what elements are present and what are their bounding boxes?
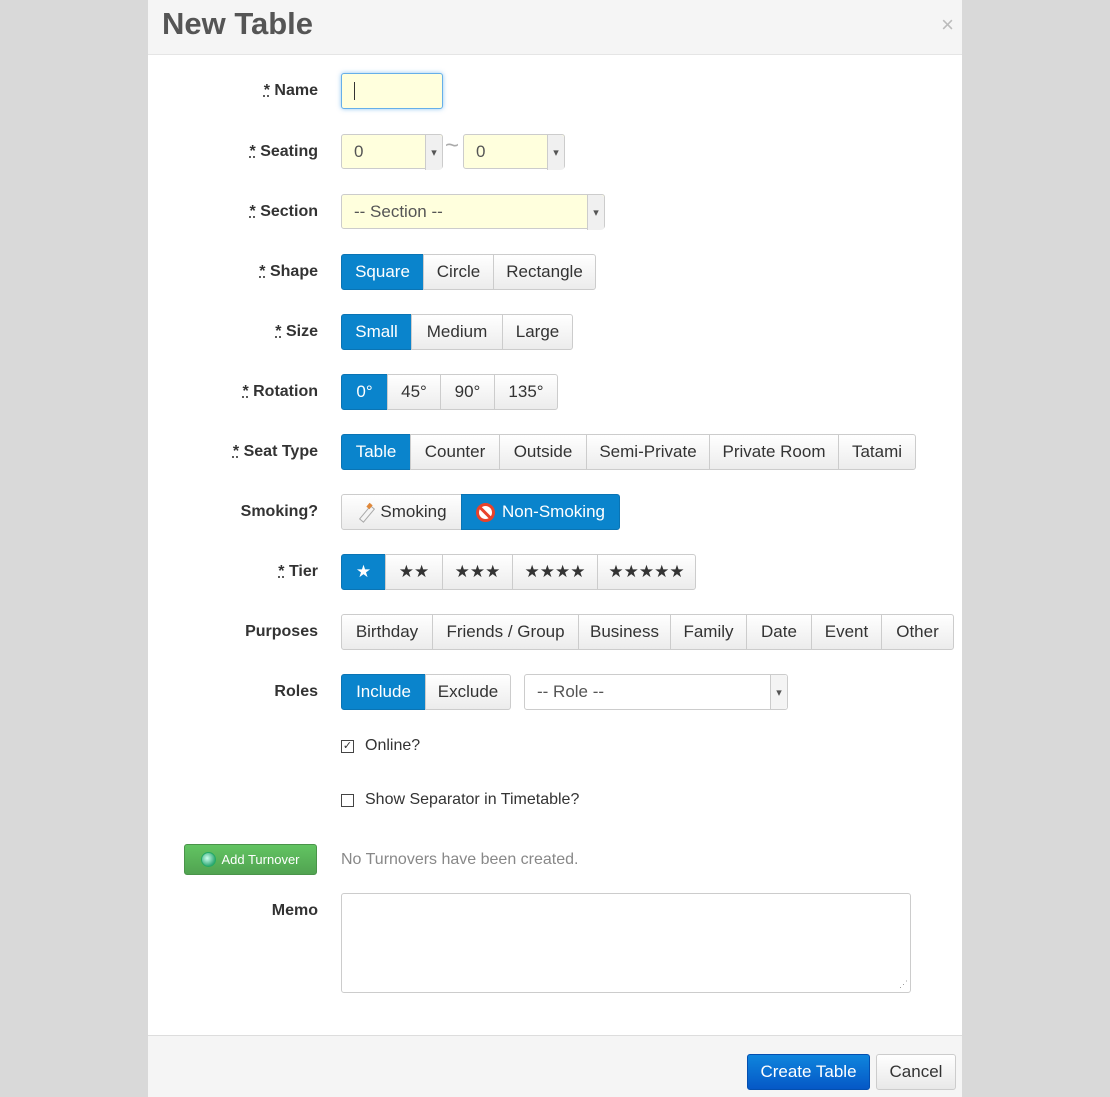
tier-row: * Tier ★ ★★ ★★★ ★★★★ ★★★★★ bbox=[148, 554, 962, 590]
shape-circle-button[interactable]: Circle bbox=[423, 254, 494, 290]
seat-type-row: * Seat Type Table Counter Outside Semi-P… bbox=[148, 434, 962, 470]
separator-checkbox[interactable] bbox=[341, 793, 354, 807]
seat-type-semi-private-button[interactable]: Semi-Private bbox=[586, 434, 710, 470]
name-label: * Name bbox=[263, 82, 318, 99]
size-small-button[interactable]: Small bbox=[341, 314, 412, 350]
role-select[interactable]: -- Role -- ▾ bbox=[524, 674, 788, 710]
seating-min-select[interactable]: 0 ▾ bbox=[341, 134, 443, 170]
rotation-135-button[interactable]: 135° bbox=[494, 374, 558, 410]
dialog-title: New Table bbox=[162, 6, 314, 41]
roles-row: Roles Include Exclude -- Role -- ▾ bbox=[148, 674, 962, 710]
shape-row: * Shape Square Circle Rectangle bbox=[148, 254, 962, 290]
memo-textarea[interactable]: ⋰ bbox=[341, 893, 911, 993]
purpose-event-button[interactable]: Event bbox=[811, 614, 882, 650]
online-label: Online? bbox=[365, 737, 421, 754]
chevron-down-icon: ▾ bbox=[587, 195, 604, 230]
tier-button-group: ★ ★★ ★★★ ★★★★ ★★★★★ bbox=[341, 554, 696, 590]
new-table-dialog: New Table × * Name * Seating 0 ▾ ~ 0 ▾ *… bbox=[148, 0, 962, 1097]
section-select[interactable]: -- Section -- ▾ bbox=[341, 194, 605, 230]
rotation-label: * Rotation bbox=[242, 383, 318, 400]
turnover-empty-text: No Turnovers have been created. bbox=[341, 851, 579, 868]
roles-label: Roles bbox=[274, 683, 318, 700]
separator-label: Show Separator in Timetable? bbox=[365, 791, 580, 808]
roles-include-button[interactable]: Include bbox=[341, 674, 426, 710]
purpose-friends-group-button[interactable]: Friends / Group bbox=[432, 614, 579, 650]
purposes-row: Purposes Birthday Friends / Group Busine… bbox=[148, 614, 962, 650]
size-button-group: Small Medium Large bbox=[341, 314, 573, 350]
close-icon[interactable]: × bbox=[941, 14, 954, 36]
tier-4-button[interactable]: ★★★★ bbox=[512, 554, 598, 590]
tier-label: * Tier bbox=[278, 563, 318, 580]
seat-type-tatami-button[interactable]: Tatami bbox=[838, 434, 916, 470]
name-input[interactable] bbox=[341, 73, 443, 109]
cigarette-icon bbox=[356, 503, 374, 521]
seat-type-private-room-button[interactable]: Private Room bbox=[709, 434, 839, 470]
roles-button-group: Include Exclude bbox=[341, 674, 511, 710]
section-label: * Section bbox=[249, 203, 318, 220]
add-turnover-button[interactable]: Add Turnover bbox=[184, 844, 317, 875]
smoking-button[interactable]: Smoking bbox=[341, 494, 462, 530]
chevron-down-icon: ▾ bbox=[770, 675, 787, 709]
section-row: * Section -- Section -- ▾ bbox=[148, 194, 962, 230]
turnover-icon bbox=[201, 852, 217, 867]
tier-1-button[interactable]: ★ bbox=[341, 554, 386, 590]
size-large-button[interactable]: Large bbox=[502, 314, 573, 350]
name-row: * Name bbox=[148, 73, 962, 109]
cancel-button[interactable]: Cancel bbox=[876, 1054, 956, 1090]
create-table-button[interactable]: Create Table bbox=[747, 1054, 870, 1090]
tier-5-button[interactable]: ★★★★★ bbox=[597, 554, 696, 590]
separator-checkbox-row[interactable]: Show Separator in Timetable? bbox=[341, 791, 579, 809]
seat-type-table-button[interactable]: Table bbox=[341, 434, 411, 470]
rotation-90-button[interactable]: 90° bbox=[440, 374, 495, 410]
size-medium-button[interactable]: Medium bbox=[411, 314, 503, 350]
purpose-business-button[interactable]: Business bbox=[578, 614, 671, 650]
shape-square-button[interactable]: Square bbox=[341, 254, 424, 290]
roles-exclude-button[interactable]: Exclude bbox=[425, 674, 511, 710]
rotation-45-button[interactable]: 45° bbox=[387, 374, 441, 410]
rotation-row: * Rotation 0° 45° 90° 135° bbox=[148, 374, 962, 410]
purpose-birthday-button[interactable]: Birthday bbox=[341, 614, 433, 650]
smoking-button-group: Smoking Non-Smoking bbox=[341, 494, 620, 530]
purpose-family-button[interactable]: Family bbox=[670, 614, 747, 650]
smoking-row: Smoking? Smoking Non-Smoking bbox=[148, 494, 962, 530]
tier-3-button[interactable]: ★★★ bbox=[442, 554, 513, 590]
seat-type-label: * Seat Type bbox=[232, 443, 318, 460]
non-smoking-button[interactable]: Non-Smoking bbox=[461, 494, 620, 530]
seat-type-button-group: Table Counter Outside Semi-Private Priva… bbox=[341, 434, 916, 470]
rotation-button-group: 0° 45° 90° 135° bbox=[341, 374, 558, 410]
size-label: * Size bbox=[275, 323, 318, 340]
chevron-down-icon: ▾ bbox=[547, 135, 564, 170]
purposes-button-group: Birthday Friends / Group Business Family… bbox=[341, 614, 954, 650]
tier-2-button[interactable]: ★★ bbox=[385, 554, 443, 590]
seating-separator: ~ bbox=[445, 132, 460, 159]
dialog-footer: Create Table Cancel bbox=[148, 1035, 962, 1097]
smoking-label: Smoking? bbox=[240, 503, 318, 520]
purpose-date-button[interactable]: Date bbox=[746, 614, 812, 650]
text-caret bbox=[354, 82, 355, 100]
shape-label: * Shape bbox=[259, 263, 318, 280]
no-smoking-icon bbox=[476, 502, 495, 522]
purpose-other-button[interactable]: Other bbox=[881, 614, 954, 650]
chevron-down-icon: ▾ bbox=[425, 135, 442, 170]
seat-type-counter-button[interactable]: Counter bbox=[410, 434, 500, 470]
rotation-0-button[interactable]: 0° bbox=[341, 374, 388, 410]
online-checkbox-row[interactable]: ✓ Online? bbox=[341, 737, 420, 755]
seating-label: * Seating bbox=[249, 143, 318, 160]
shape-rectangle-button[interactable]: Rectangle bbox=[493, 254, 596, 290]
seat-type-outside-button[interactable]: Outside bbox=[499, 434, 587, 470]
shape-button-group: Square Circle Rectangle bbox=[341, 254, 596, 290]
resize-grip-icon[interactable]: ⋰ bbox=[899, 979, 908, 990]
purposes-label: Purposes bbox=[245, 623, 318, 640]
size-row: * Size Small Medium Large bbox=[148, 314, 962, 350]
dialog-header: New Table × bbox=[148, 0, 962, 55]
memo-label: Memo bbox=[271, 902, 318, 919]
seating-row: * Seating 0 ▾ ~ 0 ▾ bbox=[148, 132, 962, 170]
seating-max-select[interactable]: 0 ▾ bbox=[463, 134, 565, 170]
online-checkbox[interactable]: ✓ bbox=[341, 739, 354, 753]
